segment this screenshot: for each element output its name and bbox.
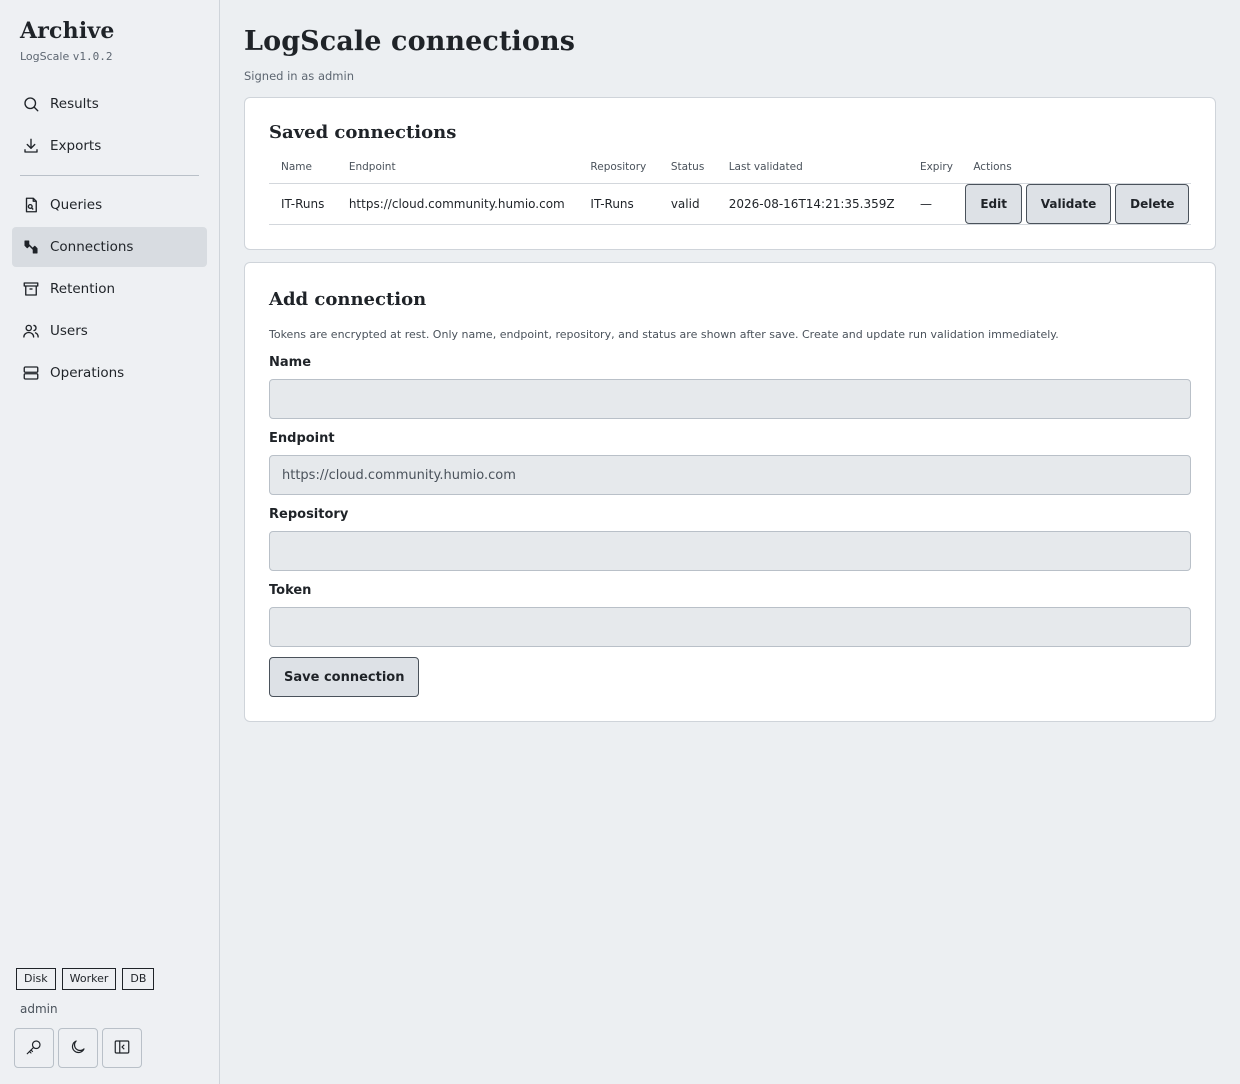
theme-toggle-button[interactable] (58, 1028, 98, 1068)
query-file-icon (22, 196, 40, 214)
cell-expiry: — (907, 183, 966, 225)
sidebar-item-label: Results (50, 96, 99, 112)
footer-buttons (14, 1028, 154, 1068)
saved-connections-title: Saved connections (269, 122, 457, 143)
cell-repository: IT-Runs (578, 183, 659, 225)
repository-input[interactable] (269, 531, 1191, 571)
table-row: IT-Runs https://cloud.community.humio.co… (269, 183, 1191, 225)
cell-name: IT-Runs (269, 183, 337, 225)
moon-icon (69, 1038, 87, 1059)
nav-divider (20, 175, 199, 176)
sidebar-item-connections[interactable]: Connections (12, 227, 207, 267)
brand-name: LogScale (20, 50, 70, 63)
validate-button[interactable]: Validate (1025, 184, 1112, 224)
status-badge-worker: Worker (61, 968, 117, 990)
endpoint-input[interactable] (269, 455, 1191, 495)
collapse-sidebar-button[interactable] (102, 1028, 142, 1068)
sidebar-footer: Disk Worker DB admin (14, 968, 155, 1068)
archive-box-icon (22, 280, 40, 298)
sidebar-item-label: Connections (50, 239, 134, 255)
sidebar-item-label: Operations (50, 365, 125, 381)
collapse-sidebar-icon (113, 1038, 131, 1059)
cell-actions: Edit Validate Delete (965, 183, 1191, 225)
add-connection-card: Add connection Tokens are encrypted at r… (244, 262, 1216, 722)
column-header-endpoint: Endpoint (336, 161, 579, 184)
repository-label: Repository (269, 507, 349, 522)
sidebar-item-retention[interactable]: Retention (12, 269, 207, 309)
sidebar-item-queries[interactable]: Queries (12, 185, 207, 225)
sidebar: Archive LogScale v1.0.2 Results Exports (0, 0, 220, 1084)
sidebar-item-users[interactable]: Users (12, 311, 207, 351)
version-number: v1.0.2 (72, 50, 113, 63)
edit-button[interactable]: Edit (965, 184, 1022, 224)
cell-status: valid (658, 183, 717, 225)
sidebar-item-label: Queries (50, 197, 103, 213)
token-label: Token (269, 583, 312, 598)
server-icon (22, 364, 40, 382)
cell-last-validated: 2026-08-16T14:21:35.359Z (716, 183, 908, 225)
download-icon (22, 137, 40, 155)
current-user: admin (20, 1002, 58, 1016)
endpoint-label: Endpoint (269, 431, 335, 446)
search-icon (22, 95, 40, 113)
app-version: LogScale v1.0.2 (20, 50, 199, 63)
token-input[interactable] (269, 607, 1191, 647)
table-header-row: Name Endpoint Repository Status Last val… (269, 161, 1191, 184)
connections-table: Name Endpoint Repository Status Last val… (269, 161, 1191, 225)
sidebar-item-operations[interactable]: Operations (12, 353, 207, 393)
key-button[interactable] (14, 1028, 54, 1068)
saved-connections-card: Saved connections Name Endpoint Reposito… (244, 97, 1216, 250)
connections-icon (22, 238, 40, 256)
delete-button[interactable]: Delete (1115, 184, 1190, 224)
save-connection-button[interactable]: Save connection (269, 657, 420, 697)
cell-endpoint: https://cloud.community.humio.com (336, 183, 579, 225)
name-input[interactable] (269, 379, 1191, 419)
column-header-repository: Repository (578, 161, 659, 184)
brand: Archive LogScale v1.0.2 (12, 0, 207, 84)
column-header-expiry: Expiry (907, 161, 966, 184)
nav-secondary: Queries Connections Retention Users Oper… (12, 185, 207, 393)
nav-primary: Results Exports (12, 84, 207, 166)
token-helper-text: Tokens are encrypted at rest. Only name,… (269, 328, 1059, 341)
column-header-actions: Actions (965, 161, 1191, 184)
sidebar-item-label: Retention (50, 281, 116, 297)
main-content: LogScale connections Signed in as admin … (220, 0, 1240, 1084)
signed-in-text: Signed in as admin (244, 69, 354, 83)
sidebar-item-label: Exports (50, 138, 102, 154)
status-badge-disk: Disk (16, 968, 56, 990)
column-header-last-validated: Last validated (716, 161, 908, 184)
status-badge-db: DB (122, 968, 155, 990)
sidebar-item-label: Users (50, 323, 88, 339)
column-header-status: Status (658, 161, 717, 184)
add-connection-title: Add connection (269, 289, 427, 310)
users-icon (22, 322, 40, 340)
sidebar-item-exports[interactable]: Exports (12, 126, 207, 166)
app-title: Archive (20, 18, 115, 44)
page-title: LogScale connections (244, 26, 576, 57)
column-header-name: Name (269, 161, 337, 184)
name-label: Name (269, 355, 312, 370)
key-icon (25, 1038, 43, 1059)
status-badges: Disk Worker DB (16, 968, 155, 990)
sidebar-item-results[interactable]: Results (12, 84, 207, 124)
